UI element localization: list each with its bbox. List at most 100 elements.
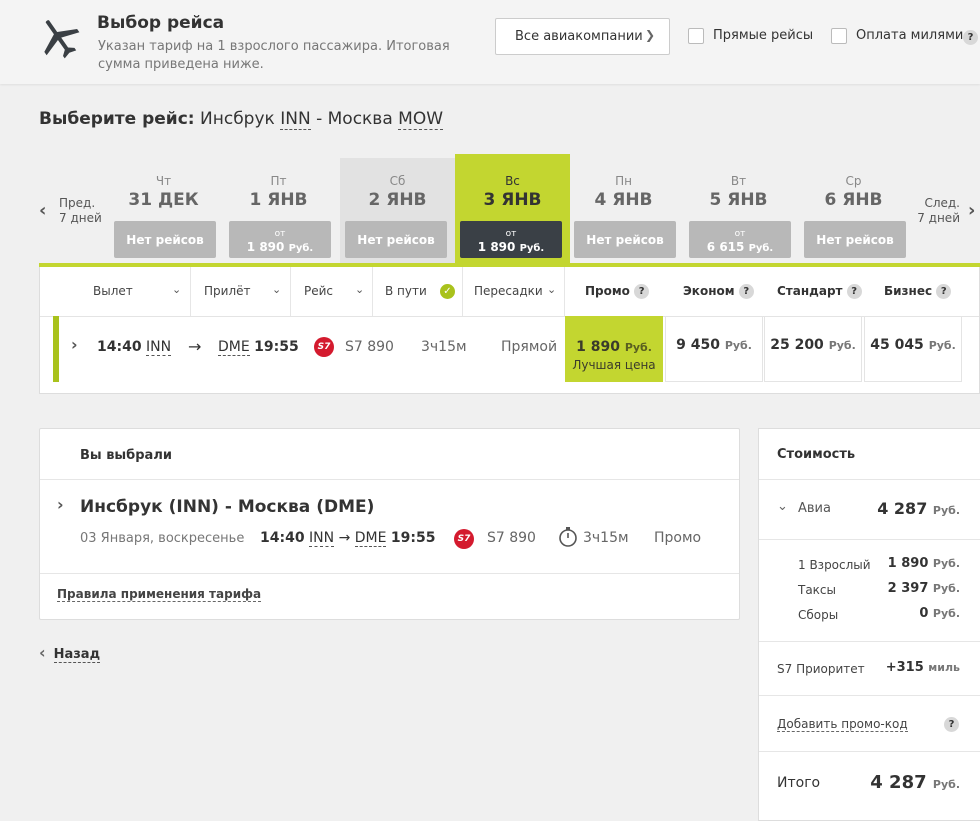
calendar-day[interactable]: Пт 1 ЯНВ от 1 890 Руб. <box>221 158 336 264</box>
sort-flight[interactable]: Рейс ⌄ <box>291 267 373 316</box>
stopwatch-icon <box>559 527 577 547</box>
selected-heading: Вы выбрали <box>80 448 172 463</box>
sort-transfers[interactable]: Пересадки ⌄ <box>463 267 565 316</box>
back-button[interactable]: ‹ Назад <box>39 643 101 663</box>
sort-duration[interactable]: В пути ✓ <box>373 267 463 316</box>
page-title: Выбор рейса <box>97 13 225 33</box>
help-icon[interactable]: ? <box>944 717 959 732</box>
price-currency: Руб. <box>932 607 960 620</box>
chevron-down-icon: ⌄ <box>547 283 557 296</box>
day-of-week: Пт <box>270 174 287 188</box>
fare-header-business: Бизнес ? <box>884 284 952 299</box>
dep-code[interactable]: INN <box>309 530 335 547</box>
fare-promo-cell[interactable]: 1 890 Руб. Лучшая цена <box>565 316 663 382</box>
fare-standard-cell[interactable]: 25 200 Руб. <box>764 316 862 382</box>
expand-chevron-icon[interactable]: › <box>71 335 78 354</box>
calendar-day-selected[interactable]: Вс 3 ЯНВ от 1 890 Руб. <box>455 154 570 264</box>
price-from: от <box>505 229 517 239</box>
fare-business-cell[interactable]: 45 045 Руб. <box>864 316 962 382</box>
expand-chevron-icon[interactable]: › <box>57 495 64 514</box>
s7-logo: S7 <box>314 337 334 357</box>
flight-duration: 3ч15м <box>421 339 467 355</box>
help-icon[interactable]: ? <box>963 30 978 45</box>
route-to-code[interactable]: MOW <box>398 109 444 130</box>
total-label: Итого <box>777 775 821 791</box>
arr-time: 19:55 <box>254 339 299 355</box>
prev-week-button[interactable]: Пред. 7 дней <box>59 196 102 226</box>
direct-flights-checkbox[interactable] <box>688 28 704 44</box>
fare-promo-label: Промо <box>585 284 630 298</box>
col-arrival: Прилёт <box>204 284 251 298</box>
next-week-sub: 7 дней <box>917 211 960 225</box>
dep-code[interactable]: INN <box>146 339 172 356</box>
chevron-left-icon[interactable]: ‹ <box>39 200 46 221</box>
airplane-icon <box>44 20 80 59</box>
day-of-week: Чт <box>155 174 172 188</box>
calendar-day[interactable]: Ср 6 ЯНВ Нет рейсов <box>796 158 911 264</box>
help-icon[interactable]: ? <box>738 284 754 299</box>
fare-rules-link[interactable]: Правила применения тарифа <box>57 587 262 602</box>
price-amount: 0 <box>919 606 929 621</box>
price-value: 6 615 Руб. <box>689 240 791 254</box>
day-no-flights: Нет рейсов <box>574 221 676 258</box>
arr-time: 19:55 <box>390 530 436 546</box>
airline-select-value: Все авиакомпании <box>515 29 643 44</box>
avia-label[interactable]: Авиа <box>798 501 831 516</box>
arrow-right-icon: → <box>188 337 202 356</box>
no-flights-label: Нет рейсов <box>357 233 435 247</box>
selected-row-marker <box>53 316 59 382</box>
col-transfers: Пересадки <box>474 284 543 298</box>
fare-economy-cell[interactable]: 9 450 Руб. <box>665 316 763 382</box>
price-currency: Руб. <box>828 339 856 352</box>
price-from: от <box>734 229 746 239</box>
help-icon[interactable]: ? <box>634 284 650 299</box>
fare-economy-label: Эконом <box>683 284 735 298</box>
no-flights-label: Нет рейсов <box>126 233 204 247</box>
price-currency: Руб. <box>748 243 774 254</box>
calendar-day[interactable]: Сб 2 ЯНВ Нет рейсов <box>340 158 455 264</box>
col-duration: В пути <box>385 284 427 298</box>
prev-week-sub: 7 дней <box>59 211 102 225</box>
help-icon[interactable]: ? <box>936 284 952 299</box>
divider <box>40 479 739 480</box>
chevron-down-icon: ⌄ <box>272 283 282 296</box>
sort-departure[interactable]: Вылет ⌄ <box>53 267 191 316</box>
fees-value: 0 Руб. <box>919 606 960 621</box>
flight-departure: 14:40 INN <box>97 339 172 356</box>
arr-code[interactable]: DME <box>354 530 387 547</box>
route-from-code[interactable]: INN <box>280 109 311 130</box>
calendar-day[interactable]: Чт 31 ДЕК Нет рейсов <box>106 158 221 264</box>
priority-label: S7 Приоритет <box>777 662 865 676</box>
price-currency: Руб. <box>624 341 652 354</box>
arr-code[interactable]: DME <box>218 339 250 356</box>
price-amount: 25 200 <box>770 337 824 353</box>
pay-miles-label[interactable]: Оплата милями <box>856 28 963 43</box>
next-week-button[interactable]: След. 7 дней <box>916 196 960 226</box>
fare-promo-value: 1 890 Руб. <box>566 339 662 355</box>
chevron-right-icon[interactable]: › <box>968 200 975 221</box>
taxes-value: 2 397 Руб. <box>888 581 960 596</box>
page-subtitle: Указан тариф на 1 взрослого пассажира. И… <box>98 39 450 72</box>
airline-select[interactable]: Все авиакомпании ❯ <box>495 18 670 55</box>
day-of-week: Сб <box>389 174 406 188</box>
direct-flights-label[interactable]: Прямые рейсы <box>713 28 813 43</box>
help-icon[interactable]: ? <box>846 284 862 299</box>
calendar-day[interactable]: Вт 5 ЯНВ от 6 615 Руб. <box>681 158 796 264</box>
route-dash: - <box>316 109 323 129</box>
dep-time: 14:40 <box>260 530 305 546</box>
pay-miles-checkbox[interactable] <box>831 28 847 44</box>
fare-business-value: 45 045 Руб. <box>865 337 961 353</box>
day-date: 4 ЯНВ <box>594 190 653 210</box>
no-flights-label: Нет рейсов <box>586 233 664 247</box>
price-currency: Руб. <box>724 339 752 352</box>
price-amount: 45 045 <box>870 337 924 353</box>
price-amount: 4 287 <box>870 772 927 793</box>
price-currency: Руб. <box>288 243 314 254</box>
promo-code-link[interactable]: Добавить промо-код <box>777 717 908 732</box>
fare-header-promo: Промо ? <box>585 284 650 299</box>
price-currency: Руб. <box>928 339 956 352</box>
calendar-day[interactable]: Пн 4 ЯНВ Нет рейсов <box>566 158 681 264</box>
divider <box>759 751 980 752</box>
chevron-down-icon[interactable]: ⌄ <box>777 499 788 514</box>
sort-arrival[interactable]: Прилёт ⌄ <box>191 267 291 316</box>
